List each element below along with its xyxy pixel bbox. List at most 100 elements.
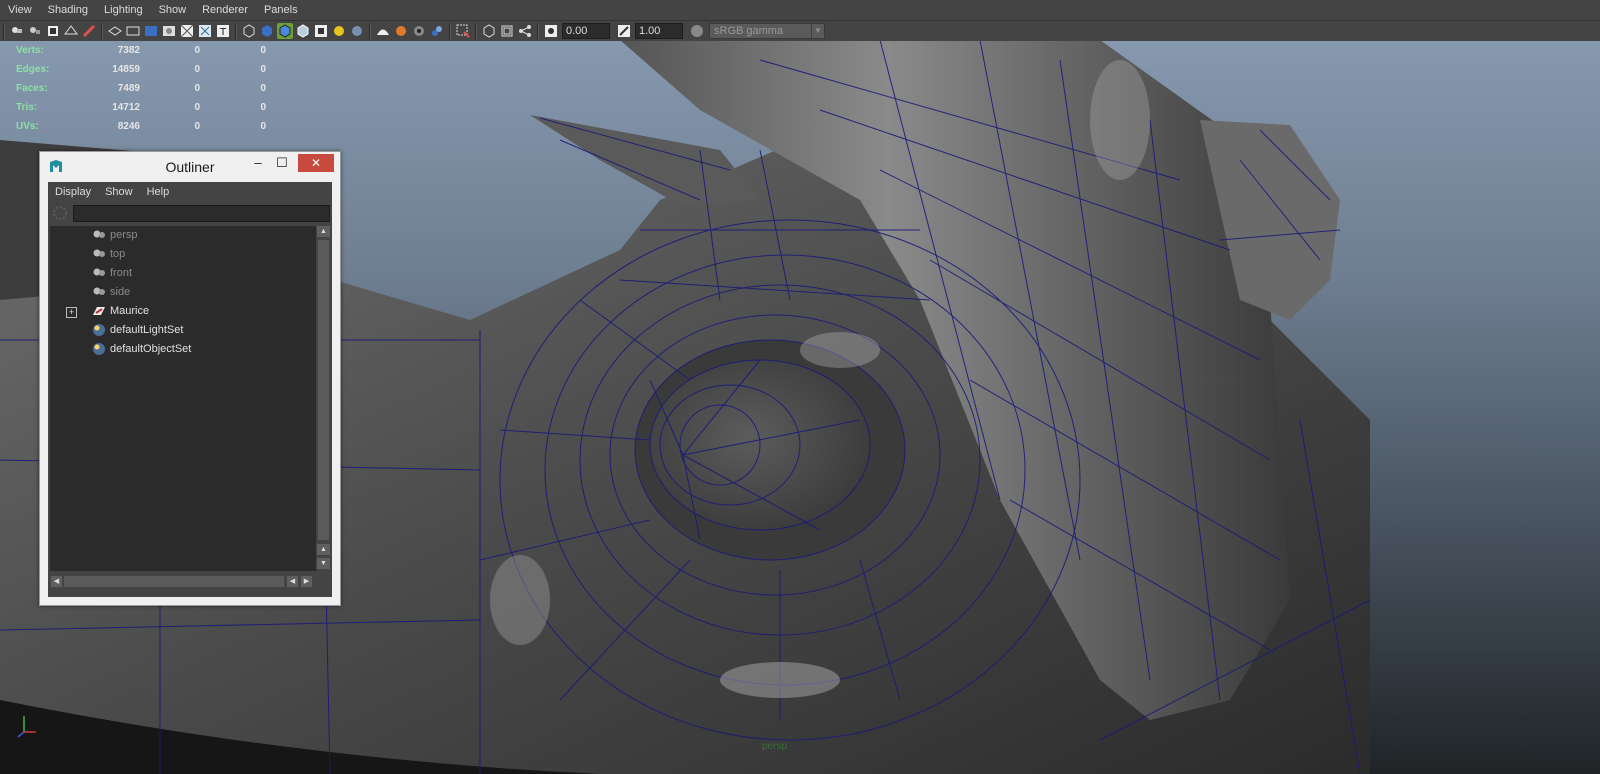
grid-icon[interactable] (107, 23, 123, 39)
exposure-field[interactable]: 0.00 (562, 23, 610, 39)
camera-attributes-icon[interactable] (27, 23, 43, 39)
scroll-track[interactable] (318, 240, 329, 540)
scroll-up-arrow-icon[interactable]: ▲ (317, 544, 330, 555)
separator (369, 23, 371, 39)
item-label: defaultObjectSet (110, 343, 192, 355)
share-icon[interactable] (517, 23, 533, 39)
list-item-persp[interactable]: persp (50, 226, 316, 245)
scroll-track[interactable] (64, 576, 284, 587)
outliner-panel: Display Show Help persp top front side +… (48, 182, 332, 597)
bookmark-icon[interactable] (45, 23, 61, 39)
colorspace-dropdown[interactable]: sRGB gamma ▼ (709, 23, 825, 39)
poly-count-hud: Verts: 7382 0 0 Edges: 14859 0 0 Faces: … (0, 41, 266, 136)
list-item-maurice[interactable]: + Maurice (50, 302, 316, 321)
film-gate-icon[interactable] (125, 23, 141, 39)
hud-value: 7382 (117, 45, 140, 56)
camera-icon (93, 249, 105, 257)
menu-show[interactable]: Show (151, 4, 195, 16)
menu-show[interactable]: Show (98, 186, 140, 198)
scroll-right-arrow-icon[interactable]: ▶ (301, 576, 312, 587)
outliner-list: persp top front side + Maurice defaultLi… (50, 226, 316, 571)
hud-uvs-row: UVs: 8246 0 0 (0, 117, 266, 136)
menu-help[interactable]: Help (140, 186, 177, 198)
item-label: front (110, 267, 133, 279)
exposure-icon[interactable] (543, 23, 559, 39)
camera-icon (93, 268, 105, 276)
gamma-field[interactable]: 1.00 (635, 23, 683, 39)
menu-panels[interactable]: Panels (256, 4, 306, 16)
field-chart-icon[interactable] (179, 23, 195, 39)
camera-icon (93, 287, 105, 295)
camera-name-label: persp (762, 741, 788, 752)
hud-value: 14859 (112, 64, 140, 75)
xray-joints-icon[interactable] (499, 23, 515, 39)
image-plane-icon[interactable] (63, 23, 79, 39)
wireframe-on-shaded-icon[interactable] (277, 23, 293, 39)
outliner-titlebar[interactable]: Outliner – ☐ ✕ (40, 152, 340, 180)
safe-action-icon[interactable] (197, 23, 213, 39)
use-all-lights-icon[interactable] (313, 23, 329, 39)
hud-verts-row: Verts: 7382 0 0 (0, 41, 266, 60)
screen-space-ao-icon[interactable] (349, 23, 365, 39)
list-item-top[interactable]: top (50, 245, 316, 264)
set-icon (93, 343, 105, 355)
minimize-button[interactable]: – (246, 154, 270, 172)
maximize-button[interactable]: ☐ (270, 154, 294, 172)
hud-label: Faces: (16, 83, 48, 94)
camera-select-icon[interactable] (9, 23, 25, 39)
list-item-side[interactable]: side (50, 283, 316, 302)
hud-value: 8246 (117, 121, 140, 132)
isolate-select-icon[interactable] (429, 23, 445, 39)
gate-mask-icon[interactable] (161, 23, 177, 39)
menu-lighting[interactable]: Lighting (96, 4, 151, 16)
separator (449, 23, 451, 39)
list-item-defaultobjectset[interactable]: defaultObjectSet (50, 340, 316, 359)
close-button[interactable]: ✕ (298, 154, 334, 172)
scroll-left-arrow-icon[interactable]: ◀ (51, 576, 62, 587)
list-item-defaultlightset[interactable]: defaultLightSet (50, 321, 316, 340)
hud-value: 0 (194, 102, 200, 113)
hud-label: Verts: (16, 45, 44, 56)
vertical-scrollbar[interactable]: ▲ ▲ ▼ (317, 226, 330, 571)
menu-shading[interactable]: Shading (40, 4, 96, 16)
scroll-down-arrow-icon[interactable]: ▼ (317, 558, 330, 569)
panel-toolbar: T 0.00 1.00 sRGB gamma ▼ (0, 21, 1600, 41)
list-item-front[interactable]: front (50, 264, 316, 283)
safe-title-icon[interactable]: T (215, 23, 231, 39)
filter-input[interactable] (73, 205, 330, 222)
expand-icon[interactable]: + (66, 307, 77, 318)
resolution-gate-icon[interactable] (143, 23, 159, 39)
color-management-icon[interactable] (689, 23, 705, 39)
camera-icon (93, 230, 105, 238)
horizontal-scrollbar[interactable]: ◀ ◀ ▶ (50, 575, 314, 588)
menu-renderer[interactable]: Renderer (194, 4, 256, 16)
hud-value: 0 (194, 45, 200, 56)
depth-of-field-icon[interactable] (411, 23, 427, 39)
shadows-icon[interactable] (331, 23, 347, 39)
multisample-aa-icon[interactable] (393, 23, 409, 39)
svg-text:T: T (219, 27, 227, 38)
xray-icon[interactable] (455, 23, 471, 39)
item-label: top (110, 248, 126, 260)
item-label: persp (110, 229, 138, 241)
scroll-up-arrow-icon[interactable]: ▲ (317, 226, 330, 237)
smooth-shade-icon[interactable] (259, 23, 275, 39)
outliner-menu-bar: Display Show Help (48, 182, 332, 202)
wireframe-icon[interactable] (241, 23, 257, 39)
hud-value: 0 (260, 64, 266, 75)
window-title: Outliner (165, 159, 215, 175)
outliner-window: Outliner – ☐ ✕ Display Show Help persp t… (39, 151, 341, 606)
gamma-icon[interactable] (616, 23, 632, 39)
textured-icon[interactable] (295, 23, 311, 39)
colorspace-value: sRGB gamma (714, 25, 784, 37)
filter-icon[interactable] (52, 205, 68, 221)
motion-blur-icon[interactable] (375, 23, 391, 39)
scroll-right-arrow-icon[interactable]: ◀ (287, 576, 298, 587)
grease-pencil-icon[interactable] (81, 23, 97, 39)
menu-view[interactable]: View (0, 4, 40, 16)
item-label: Maurice (110, 305, 150, 317)
separator (235, 23, 237, 39)
menu-display[interactable]: Display (48, 186, 98, 198)
set-icon (93, 324, 105, 336)
xray-active-components-icon[interactable] (481, 23, 497, 39)
